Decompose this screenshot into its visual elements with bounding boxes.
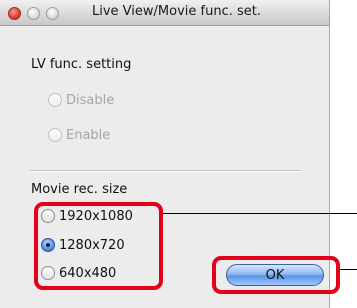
window-title: Live View/Movie func. set. [92, 4, 261, 19]
radio-lv-enable[interactable]: Enable [48, 125, 110, 145]
radio-label-enable: Enable [66, 127, 111, 143]
minimize-icon[interactable] [27, 7, 40, 20]
screenshot-stage: Live View/Movie func. set. LV func. sett… [0, 0, 357, 308]
close-icon[interactable] [8, 7, 21, 20]
movie-size-highlight-box [34, 202, 163, 290]
radio-button-icon[interactable] [48, 128, 62, 142]
movie-rec-size-label: Movie rec. size [31, 182, 128, 197]
movie-size-callout-line [163, 213, 357, 214]
radio-button-icon[interactable] [48, 93, 62, 107]
section-divider [30, 170, 300, 172]
radio-lv-disable[interactable]: Disable [48, 90, 114, 110]
ok-button-callout-line [340, 269, 357, 270]
radio-label-disable: Disable [66, 92, 115, 108]
title-bar: Live View/Movie func. set. [0, 0, 329, 26]
ok-button-highlight-box [212, 256, 340, 294]
lv-func-setting-label: LV func. setting [31, 57, 132, 72]
zoom-icon[interactable] [46, 7, 59, 20]
